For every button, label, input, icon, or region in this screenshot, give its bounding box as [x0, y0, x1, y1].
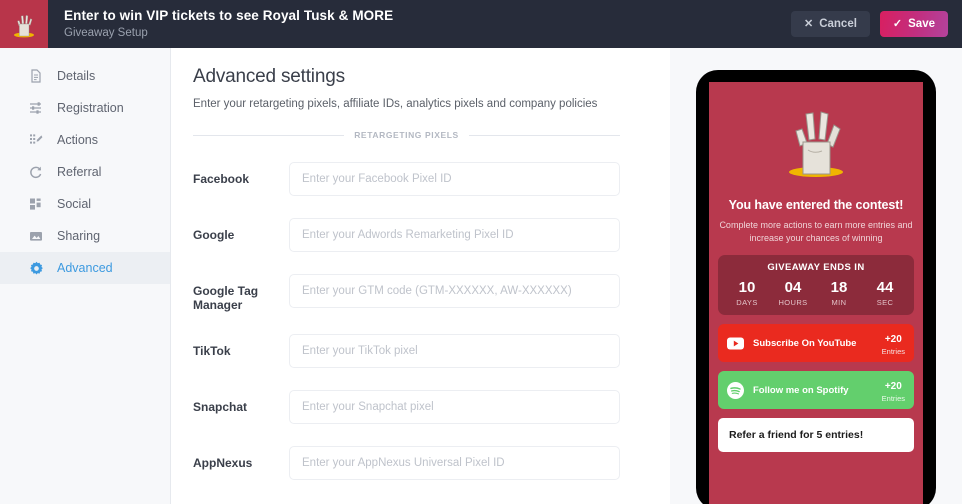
action-subscribe-youtube[interactable]: Subscribe On YouTube +20 Entries [718, 324, 914, 362]
spotify-icon [727, 381, 744, 399]
field-row-google: Google [193, 218, 620, 252]
zombie-hand-logo-icon [14, 15, 34, 38]
action-points-label: Entries [881, 347, 905, 356]
sidebar-item-label: Registration [57, 101, 124, 115]
refresh-icon [28, 164, 44, 180]
phone-frame: You have entered the contest! Complete m… [696, 70, 936, 504]
sidebar-item-registration[interactable]: Registration [0, 92, 170, 124]
top-bar: Enter to win VIP tickets to see Royal Tu… [0, 0, 962, 48]
divider-line-left [193, 134, 345, 136]
campaign-subtitle: Giveaway Setup [64, 27, 148, 39]
top-bar-actions: ✕ Cancel ✓ Save [790, 11, 962, 37]
save-button[interactable]: ✓ Save [879, 11, 948, 37]
gear-icon [28, 260, 44, 276]
sidebar-item-label: Advanced [57, 261, 113, 275]
tiktok-pixel-input[interactable] [289, 334, 620, 368]
cancel-button[interactable]: ✕ Cancel [790, 11, 870, 37]
field-row-facebook: Facebook [193, 162, 620, 196]
zombie-hand-illustration [789, 111, 843, 177]
section-divider: RETARGETING PIXELS [193, 130, 620, 140]
sidebar-item-details[interactable]: Details [0, 60, 170, 92]
appnexus-pixel-input[interactable] [289, 446, 620, 480]
countdown-title: GIVEAWAY ENDS IN [767, 262, 865, 273]
sidebar-item-advanced[interactable]: Advanced [0, 252, 170, 284]
sidebar-item-sharing[interactable]: Sharing [0, 220, 170, 252]
check-icon: ✓ [892, 17, 903, 30]
action-points: +20 [884, 334, 902, 345]
action-points: +20 [884, 381, 902, 392]
action-entries: +20 Entries [882, 376, 905, 404]
sidebar-nav: Details Registration Actions Referral So [0, 48, 171, 504]
sidebar-item-label: Social [57, 197, 92, 211]
preview-hero-title: You have entered the contest! [728, 198, 904, 212]
campaign-title: Enter to win VIP tickets to see Royal Tu… [64, 8, 394, 23]
sidebar-item-label: Actions [57, 133, 98, 147]
sidebar-item-label: Details [57, 69, 96, 83]
preview-panel: You have entered the contest! Complete m… [670, 48, 962, 504]
field-row-tiktok: TikTok [193, 334, 620, 368]
action-label: Subscribe On YouTube [753, 337, 857, 349]
close-x-icon: ✕ [803, 17, 814, 30]
cancel-button-label: Cancel [819, 18, 857, 30]
sidebar-item-actions[interactable]: Actions [0, 124, 170, 156]
countdown-label: MIN [831, 298, 847, 307]
facebook-pixel-input[interactable] [289, 162, 620, 196]
action-entries: +20 Entries [882, 329, 905, 357]
field-label: Google Tag Manager [193, 284, 259, 312]
tasks-pen-icon [28, 132, 44, 148]
field-row-snapchat: Snapchat [193, 390, 620, 424]
countdown-cell-min: 18 MIN [816, 279, 862, 307]
sliders-icon [28, 100, 44, 116]
field-label: AppNexus [193, 456, 253, 470]
image-icon [28, 228, 44, 244]
document-icon [28, 68, 44, 84]
phone-screen: You have entered the contest! Complete m… [709, 82, 923, 504]
google-pixel-input[interactable] [289, 218, 620, 252]
grid-icon [28, 196, 44, 212]
youtube-icon [727, 335, 744, 352]
field-label: Google [193, 228, 235, 242]
action-label: Follow me on Spotify [753, 384, 849, 396]
action-points-label: Entries [881, 394, 905, 403]
sidebar-item-social[interactable]: Social [0, 188, 170, 220]
app-root: Enter to win VIP tickets to see Royal Tu… [0, 0, 962, 504]
page-subtitle: Enter your retargeting pixels, affiliate… [193, 98, 598, 110]
sidebar-item-label: Referral [57, 165, 102, 179]
countdown-cell-days: 10 DAYS [724, 279, 770, 307]
main-content: Advanced settings Enter your retargeting… [171, 48, 670, 504]
section-label: RETARGETING PIXELS [354, 130, 459, 140]
preview-hero-subtitle: Complete more actions to earn more entri… [719, 220, 913, 243]
snapchat-pixel-input[interactable] [289, 390, 620, 424]
sidebar-item-label: Sharing [57, 229, 101, 243]
countdown-widget: GIVEAWAY ENDS IN 10 DAYS 04 HOURS 18 MIN [718, 255, 914, 315]
countdown-cell-hours: 04 HOURS [770, 279, 816, 307]
sidebar-item-referral[interactable]: Referral [0, 156, 170, 188]
countdown-label: DAYS [736, 298, 758, 307]
gtm-code-input[interactable] [289, 274, 620, 308]
save-button-label: Save [908, 18, 935, 30]
field-row-google-tag-manager: Google Tag Manager [193, 274, 620, 312]
countdown-value: 04 [784, 279, 802, 296]
countdown-label: HOURS [778, 298, 808, 307]
countdown-cell-sec: 44 SEC [862, 279, 908, 307]
countdown-value: 18 [830, 279, 848, 296]
refer-label: Refer a friend for 5 entries! [729, 429, 864, 441]
field-row-appnexus: AppNexus [193, 446, 620, 480]
page-title: Advanced settings [193, 66, 345, 87]
countdown-label: SEC [876, 298, 894, 307]
field-label: TikTok [193, 344, 231, 358]
countdown-value: 44 [876, 279, 894, 296]
countdown-value: 10 [738, 279, 756, 296]
campaign-title-block: Enter to win VIP tickets to see Royal Tu… [64, 7, 393, 41]
divider-line-right [468, 134, 620, 136]
refer-a-friend-card[interactable]: Refer a friend for 5 entries! [718, 418, 914, 452]
field-label: Facebook [193, 172, 250, 186]
action-follow-spotify[interactable]: Follow me on Spotify +20 Entries [718, 371, 914, 409]
field-label: Snapchat [193, 400, 248, 414]
campaign-logo-thumbnail [0, 0, 48, 48]
countdown-row: 10 DAYS 04 HOURS 18 MIN 44 SEC [724, 279, 908, 307]
